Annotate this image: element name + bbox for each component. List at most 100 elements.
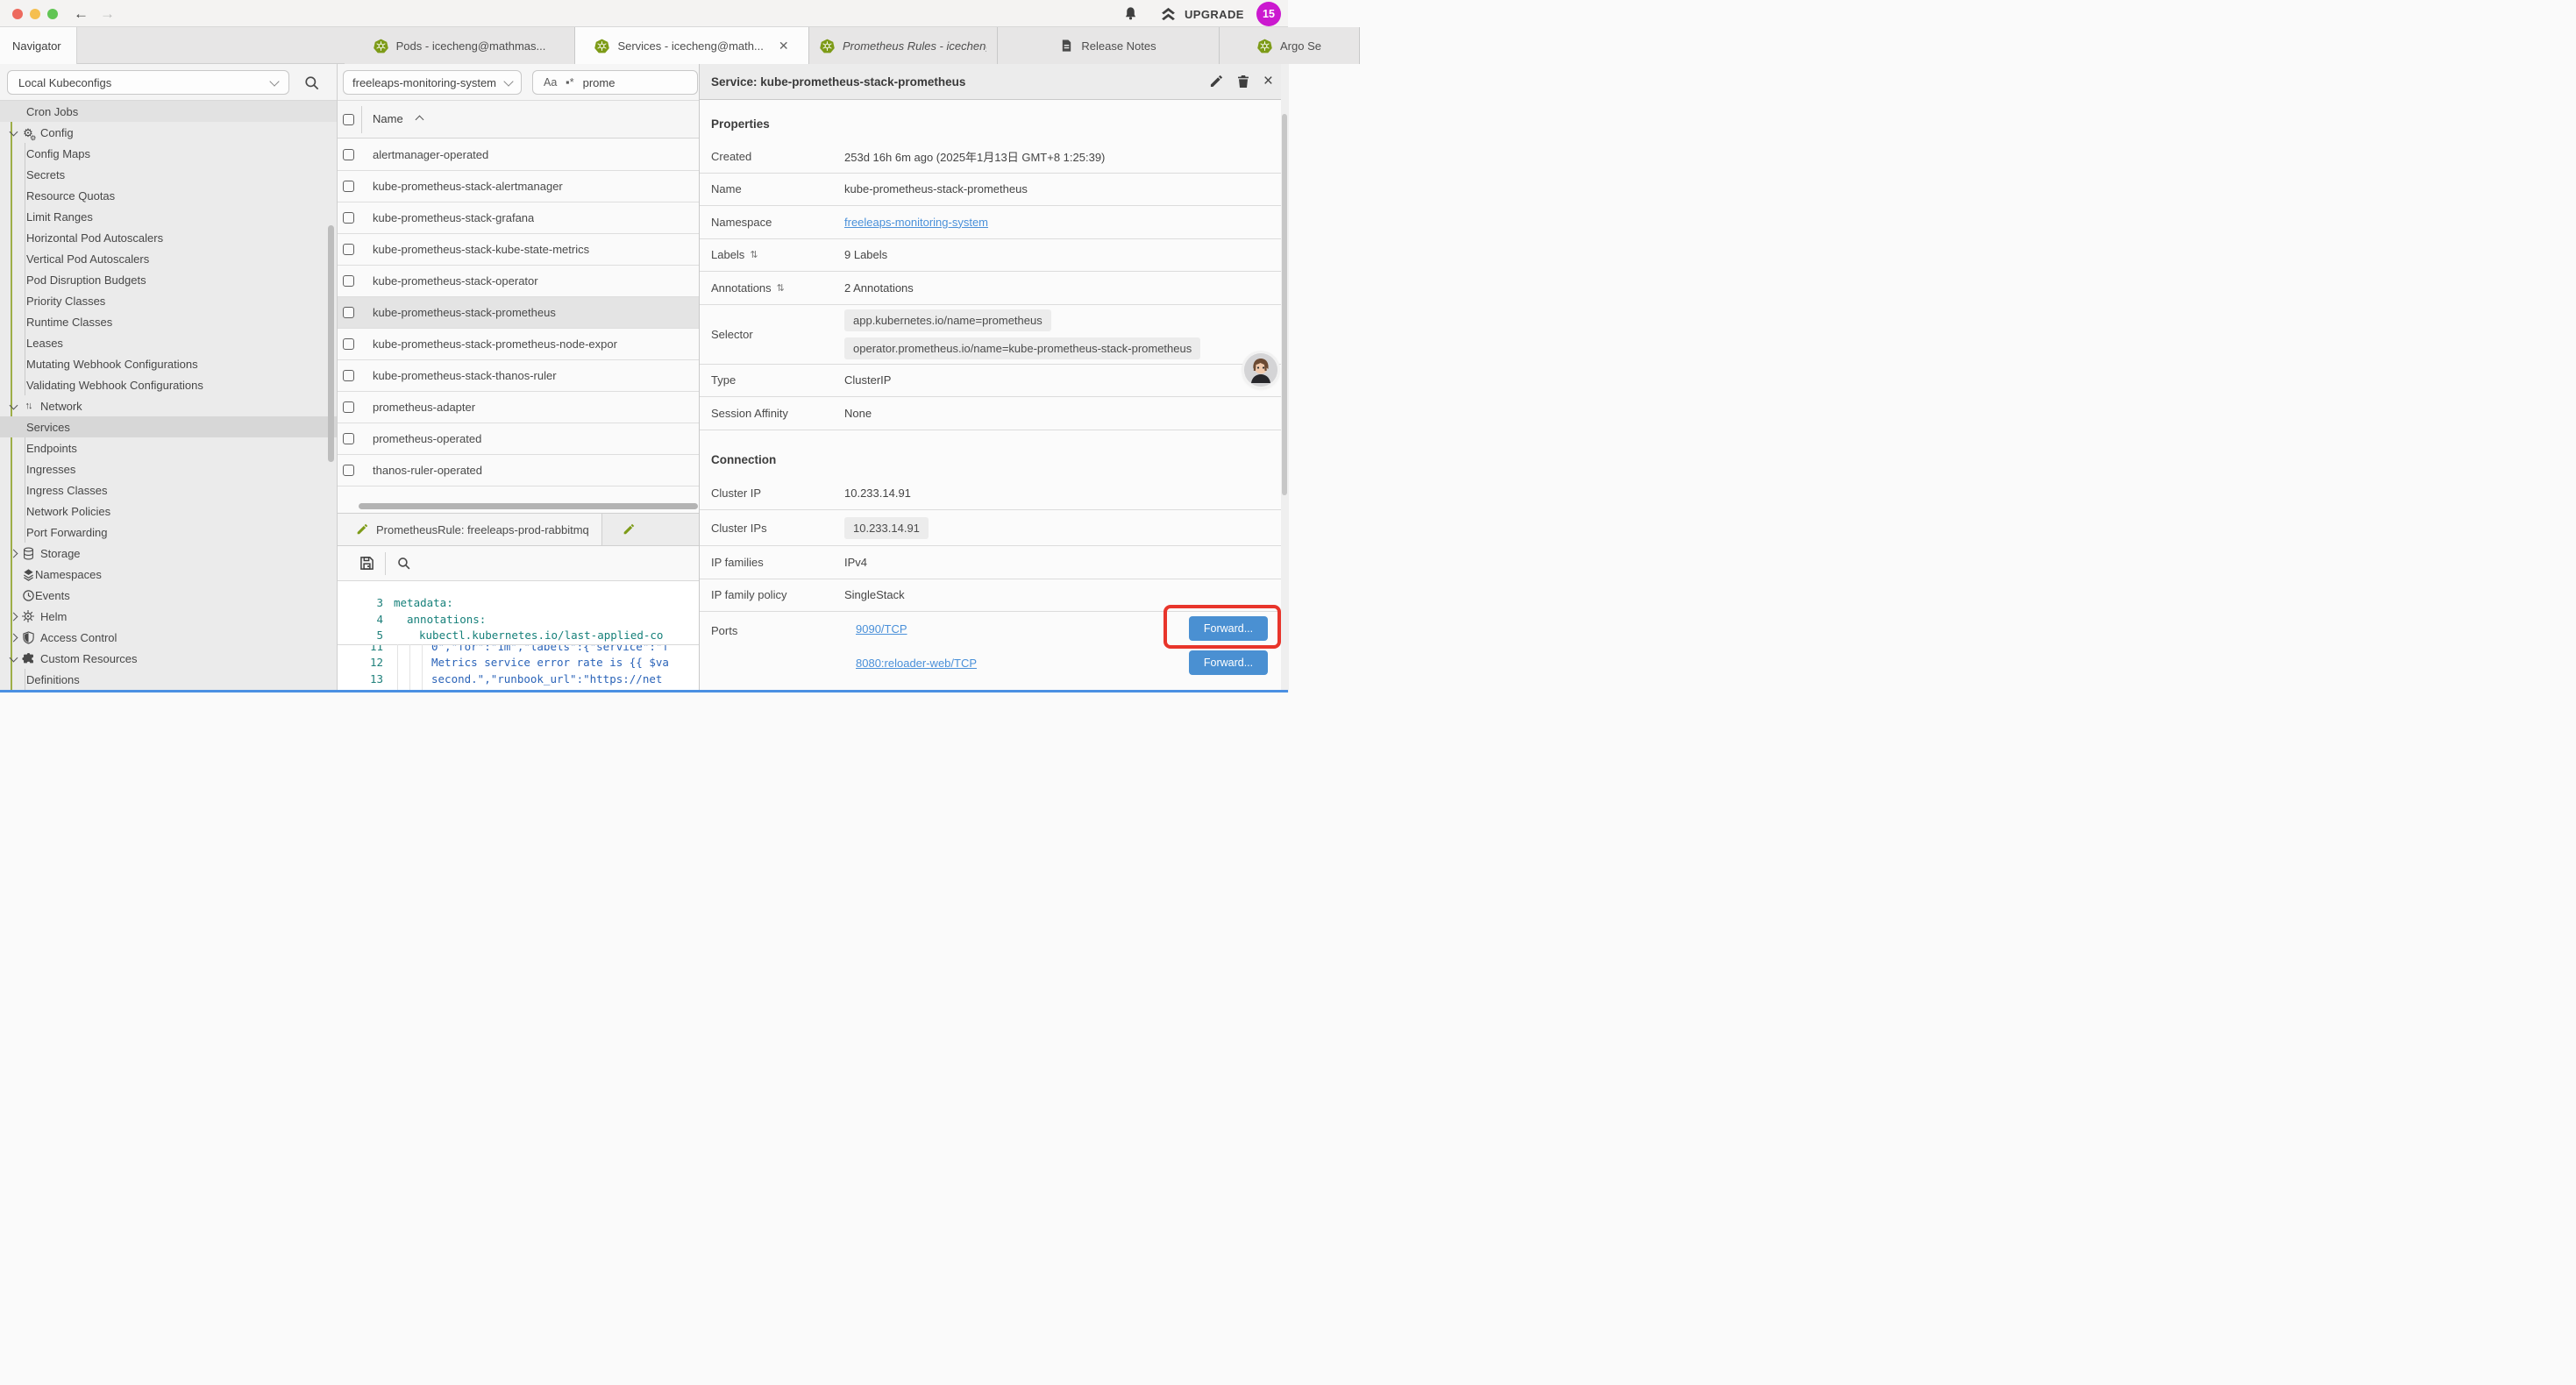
editor-tab-prometheusrule[interactable]: PrometheusRule: freeleaps-prod-rabbitmq [338,514,602,545]
table-row[interactable]: kube-prometheus-stack-thanos-ruler [338,360,700,392]
match-case-toggle[interactable]: Aa [544,76,557,89]
port-link[interactable]: 8080:reloader-web/TCP [856,657,977,670]
sidebar-item-services[interactable]: Services [0,416,337,437]
sidebar-item-events[interactable]: Events [0,585,337,606]
close-icon[interactable]: × [1263,75,1273,89]
sidebar-item-port-forwarding[interactable]: Port Forwarding [0,522,337,543]
sidebar-item-mutating-webhook-configurations[interactable]: Mutating Webhook Configurations [0,353,337,374]
back-arrow-icon[interactable]: ← [74,4,89,24]
chevron-right-icon[interactable] [10,634,18,643]
sort-toggle-icon[interactable]: ⇅ [777,282,785,294]
sidebar-item-runtime-classes[interactable]: Runtime Classes [0,311,337,332]
row-checkbox[interactable] [343,275,354,287]
sidebar-item-limit-ranges[interactable]: Limit Ranges [0,206,337,227]
table-row[interactable]: prometheus-operated [338,423,700,455]
table-row[interactable]: kube-prometheus-stack-grafana [338,202,700,234]
sidebar-item-network-policies[interactable]: Network Policies [0,501,337,522]
chevron-right-icon[interactable] [10,613,18,621]
port-link[interactable]: 9090/TCP [856,622,907,636]
editor-tab-next[interactable] [602,514,700,545]
sidebar-item-ingress-classes[interactable]: Ingress Classes [0,479,337,501]
forward-button[interactable]: Forward... [1189,616,1268,641]
row-checkbox[interactable] [343,181,354,192]
bell-icon[interactable] [1123,6,1138,21]
sidebar-item-priority-classes[interactable]: Priority Classes [0,290,337,311]
editor-search-icon[interactable] [396,556,411,571]
tab-prometheus[interactable]: Prometheus Rules - icecheng... [809,27,998,64]
sidebar-item-secrets[interactable]: Secrets [0,164,337,185]
sidebar-scrollbar[interactable] [328,225,334,462]
table-row[interactable]: kube-prometheus-stack-alertmanager [338,171,700,202]
regex-toggle[interactable]: ▪* [566,76,573,89]
table-row[interactable]: kube-prometheus-stack-prometheus-node-ex… [338,329,700,360]
tab-services[interactable]: Services - icecheng@math...✕ [575,27,809,64]
sort-ascending-icon[interactable] [416,116,424,124]
sidebar-item-pod-disruption-budgets[interactable]: Pod Disruption Budgets [0,269,337,290]
sidebar-item-storage[interactable]: Storage [0,543,337,564]
table-row[interactable]: kube-prometheus-stack-operator [338,266,700,297]
chevron-down-icon[interactable] [10,128,18,137]
row-checkbox[interactable] [343,465,354,476]
table-row[interactable]: kube-prometheus-stack-prometheus [338,297,700,329]
sidebar-item-config-maps[interactable]: Config Maps [0,143,337,164]
sort-toggle-icon[interactable]: ⇅ [750,249,758,260]
sidebar-item-resource-quotas[interactable]: Resource Quotas [0,185,337,206]
sidebar-item-helm[interactable]: Helm [0,606,337,627]
sidebar-item-endpoints[interactable]: Endpoints [0,437,337,458]
forward-arrow-icon[interactable]: → [100,4,115,24]
table-row[interactable]: alertmanager-operated [338,139,700,171]
kubeconfig-selector[interactable]: Local Kubeconfigs [7,70,289,95]
row-checkbox[interactable] [343,338,354,350]
traffic-light-close[interactable] [12,9,23,19]
sidebar-item-network[interactable]: ↑↓Network [0,395,337,416]
sidebar-item-definitions[interactable]: Definitions [0,669,337,690]
sidebar-item-cron-jobs[interactable]: Cron Jobs [0,101,337,122]
row-checkbox[interactable] [343,401,354,413]
row-checkbox[interactable] [343,433,354,444]
chevron-down-icon[interactable] [10,654,18,663]
upgrade-button[interactable]: UPGRADE [1160,6,1244,22]
traffic-light-maximize[interactable] [47,9,58,19]
table-row[interactable]: kube-prometheus-stack-kube-state-metrics [338,234,700,266]
row-checkbox[interactable] [343,244,354,255]
code-link[interactable]: https://net [590,672,663,685]
search-input[interactable]: Aa ▪* prome [532,70,698,95]
forward-button[interactable]: Forward... [1189,650,1268,675]
row-checkbox[interactable] [343,149,354,160]
select-all-checkbox[interactable] [343,114,354,125]
tab-close-icon[interactable]: ✕ [779,39,789,53]
save-icon[interactable] [359,556,374,571]
traffic-light-minimize[interactable] [30,9,40,19]
sidebar-item-vertical-pod-autoscalers[interactable]: Vertical Pod Autoscalers [0,248,337,269]
table-row[interactable]: thanos-ruler-operated [338,455,700,487]
namespace-selector[interactable]: freeleaps-monitoring-system [343,70,522,95]
delete-icon[interactable] [1236,75,1250,89]
sidebar-item-namespaces[interactable]: Namespaces [0,564,337,585]
sidebar-item-leases[interactable]: Leases [0,332,337,353]
tab-pods[interactable]: Pods - icecheng@mathmas... [345,27,575,64]
sidebar-item-config[interactable]: ⚙⚙Config [0,122,337,143]
row-checkbox[interactable] [343,307,354,318]
column-header-name[interactable]: Name [373,112,403,125]
detail-scrollbar[interactable] [1282,114,1287,495]
user-avatar[interactable] [1244,353,1277,387]
chevron-right-icon[interactable] [10,550,18,558]
notification-badge[interactable]: 15 [1256,2,1281,26]
namespace-link[interactable]: freeleaps-monitoring-system [844,216,988,229]
chevron-down-icon[interactable] [10,401,18,410]
table-horizontal-scrollbar[interactable] [359,503,698,509]
row-checkbox[interactable] [343,370,354,381]
edit-icon[interactable] [1209,75,1223,89]
row-checkbox[interactable] [343,212,354,224]
table-row[interactable]: prometheus-adapter [338,392,700,423]
navigator-panel-tab[interactable]: Navigator [0,27,77,64]
sidebar-item-ingresses[interactable]: Ingresses [0,458,337,479]
sidebar-item-custom-resources[interactable]: Custom Resources [0,648,337,669]
sidebar-item-access-control[interactable]: Access Control [0,627,337,648]
sidebar-search-icon[interactable] [303,75,320,91]
tab-release[interactable]: Release Notes [998,27,1220,64]
tab-argo[interactable]: Argo Se [1220,27,1360,64]
sidebar-item-validating-webhook-configurations[interactable]: Validating Webhook Configurations [0,374,337,395]
sidebar-item-horizontal-pod-autoscalers[interactable]: Horizontal Pod Autoscalers [0,227,337,248]
property-value: ClusterIP [844,373,891,387]
